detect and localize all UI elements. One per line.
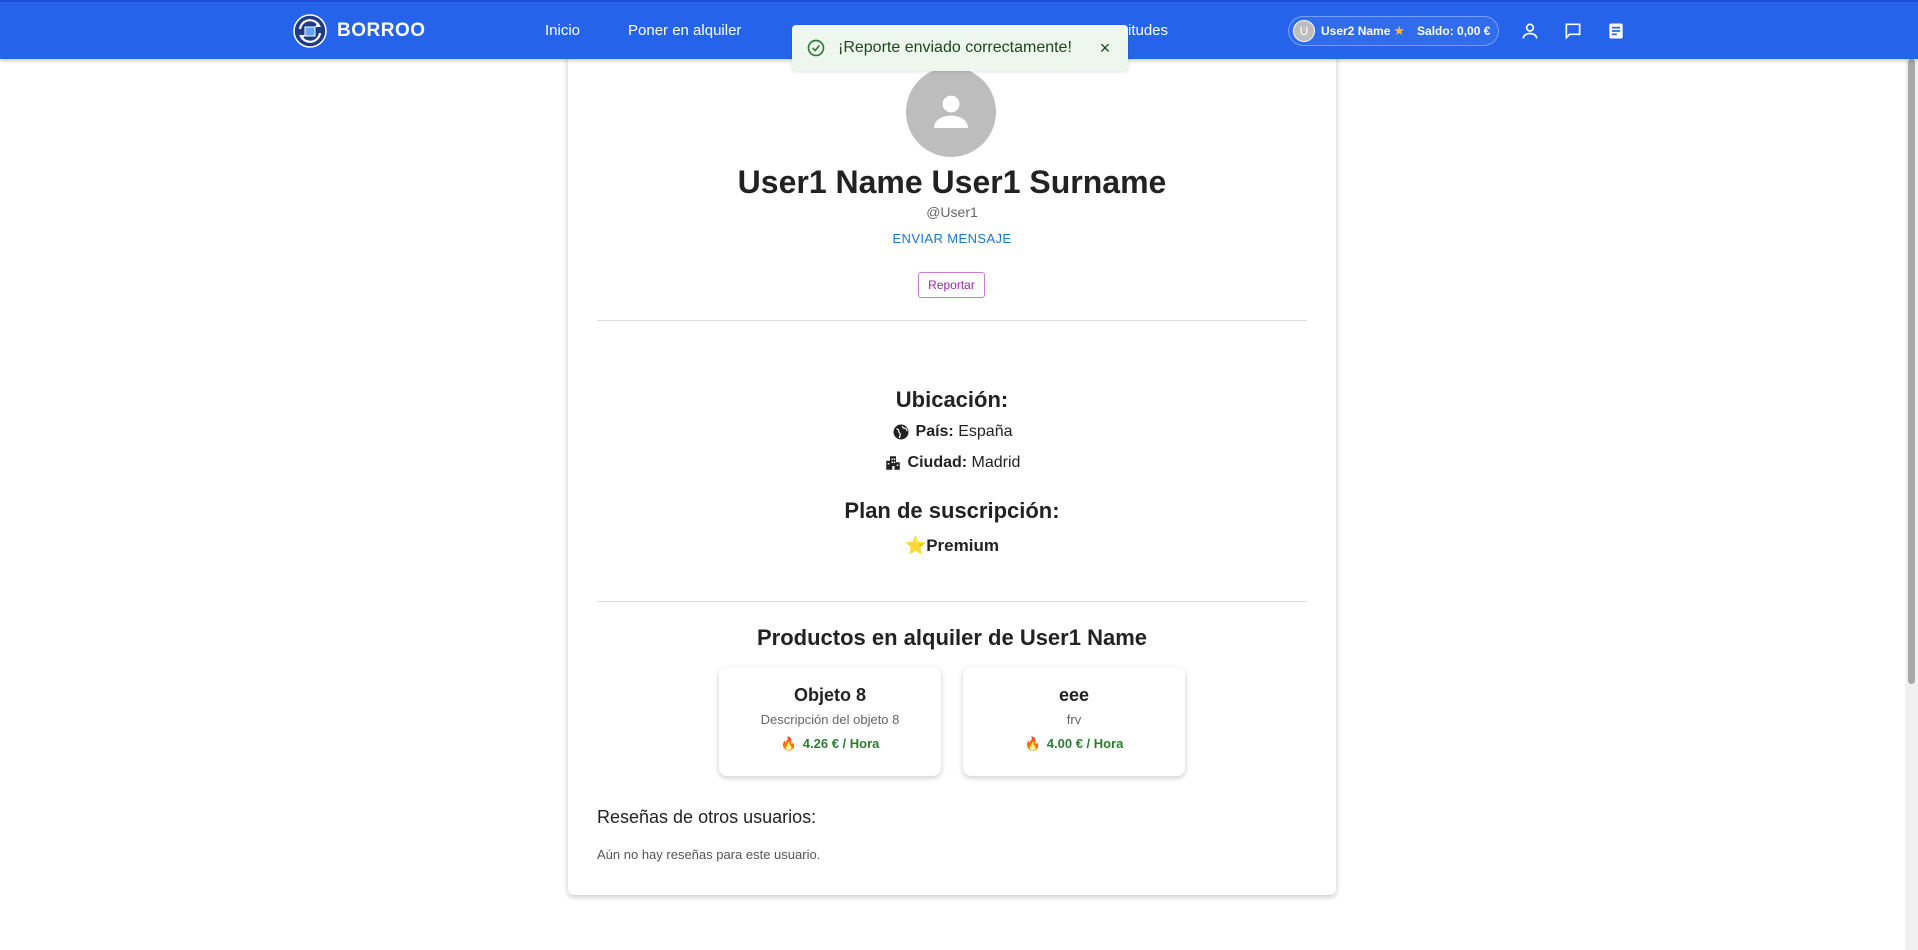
subscription-plan: ⭐Premium <box>568 536 1336 556</box>
borroo-logo-icon <box>293 14 327 48</box>
location-title: Ubicación: <box>895 387 1009 412</box>
person-icon <box>934 95 968 128</box>
toast-message: ¡Reporte enviado correctamente! <box>838 39 1072 56</box>
product-price: 4.00 € / Hora <box>1046 736 1124 751</box>
city-label: Ciudad: <box>907 454 968 471</box>
nav-link-poner-en-alquiler[interactable]: Poner en alquiler <box>628 22 741 39</box>
subscription-title: Plan de suscripción: <box>844 498 1060 523</box>
balance-text: Saldo: 0,00 € <box>1417 24 1491 38</box>
product-name: Objeto 8 <box>793 685 866 705</box>
divider <box>597 320 1307 321</box>
product-description: Descripción del objeto 8 <box>760 712 900 727</box>
reviews-empty-message: Aún no hay reseñas para este usuario. <box>597 847 821 862</box>
country-line: País: España <box>568 423 1336 441</box>
city-value: Madrid <box>971 454 1021 471</box>
brand-name: BORROO <box>337 20 426 41</box>
profile-full-name: User1 Name User1 Surname <box>737 164 1167 200</box>
flame-icon: 🔥 <box>1024 736 1041 751</box>
profile-card: User1 Name User1 Surname @User1 ENVIAR M… <box>568 40 1336 895</box>
city-line: Ciudad: Madrid <box>568 454 1336 472</box>
plan-name: Premium <box>926 536 999 555</box>
check-circle-icon <box>807 39 825 57</box>
product-card[interactable]: eee frv 🔥 4.00 € / Hora <box>963 667 1185 776</box>
globe-icon <box>893 424 909 440</box>
send-message-button[interactable]: ENVIAR MENSAJE <box>568 231 1336 246</box>
close-icon[interactable]: × <box>1094 37 1116 59</box>
divider <box>597 601 1307 602</box>
product-description: frv <box>1066 712 1082 727</box>
flame-icon: 🔥 <box>780 736 797 751</box>
nav-link-inicio[interactable]: Inicio <box>545 22 580 39</box>
premium-star-icon: ★ <box>1393 23 1406 38</box>
reviews-title: Reseñas de otros usuarios: <box>597 807 817 827</box>
products-title: Productos en alquiler de User1 Name <box>756 625 1148 650</box>
profile-username: @User1 <box>926 204 978 220</box>
product-card[interactable]: Objeto 8 Descripción del objeto 8 🔥 4.26 … <box>719 667 941 776</box>
notes-icon[interactable] <box>1604 19 1628 43</box>
user-avatar: U <box>1293 20 1315 42</box>
star-icon: ⭐ <box>905 536 927 555</box>
country-value: España <box>958 423 1013 440</box>
scrollbar-thumb[interactable] <box>1908 59 1915 684</box>
page: BORROO Inicio Poner en alquiler itudes U… <box>0 0 1918 950</box>
nav-link-solicitudes[interactable]: itudes <box>1128 22 1168 39</box>
country-label: País: <box>915 423 954 440</box>
navbar-actions: U User2 Name ★ Saldo: 0,00 € <box>1288 16 1628 46</box>
chat-icon[interactable] <box>1561 19 1585 43</box>
page-scrollbar[interactable] <box>1905 59 1918 950</box>
product-price: 4.26 € / Hora <box>802 736 880 751</box>
brand-link[interactable]: BORROO <box>293 14 426 48</box>
profile-avatar <box>906 67 996 157</box>
product-name: eee <box>1058 685 1090 705</box>
user-name: User2 Name <box>1321 24 1391 38</box>
report-button[interactable]: Reportar <box>918 272 985 298</box>
city-building-icon <box>885 456 900 470</box>
user-balance-chip[interactable]: U User2 Name ★ Saldo: 0,00 € <box>1288 16 1500 46</box>
success-toast: ¡Reporte enviado correctamente! × <box>792 25 1128 71</box>
user-icon[interactable] <box>1518 19 1542 43</box>
